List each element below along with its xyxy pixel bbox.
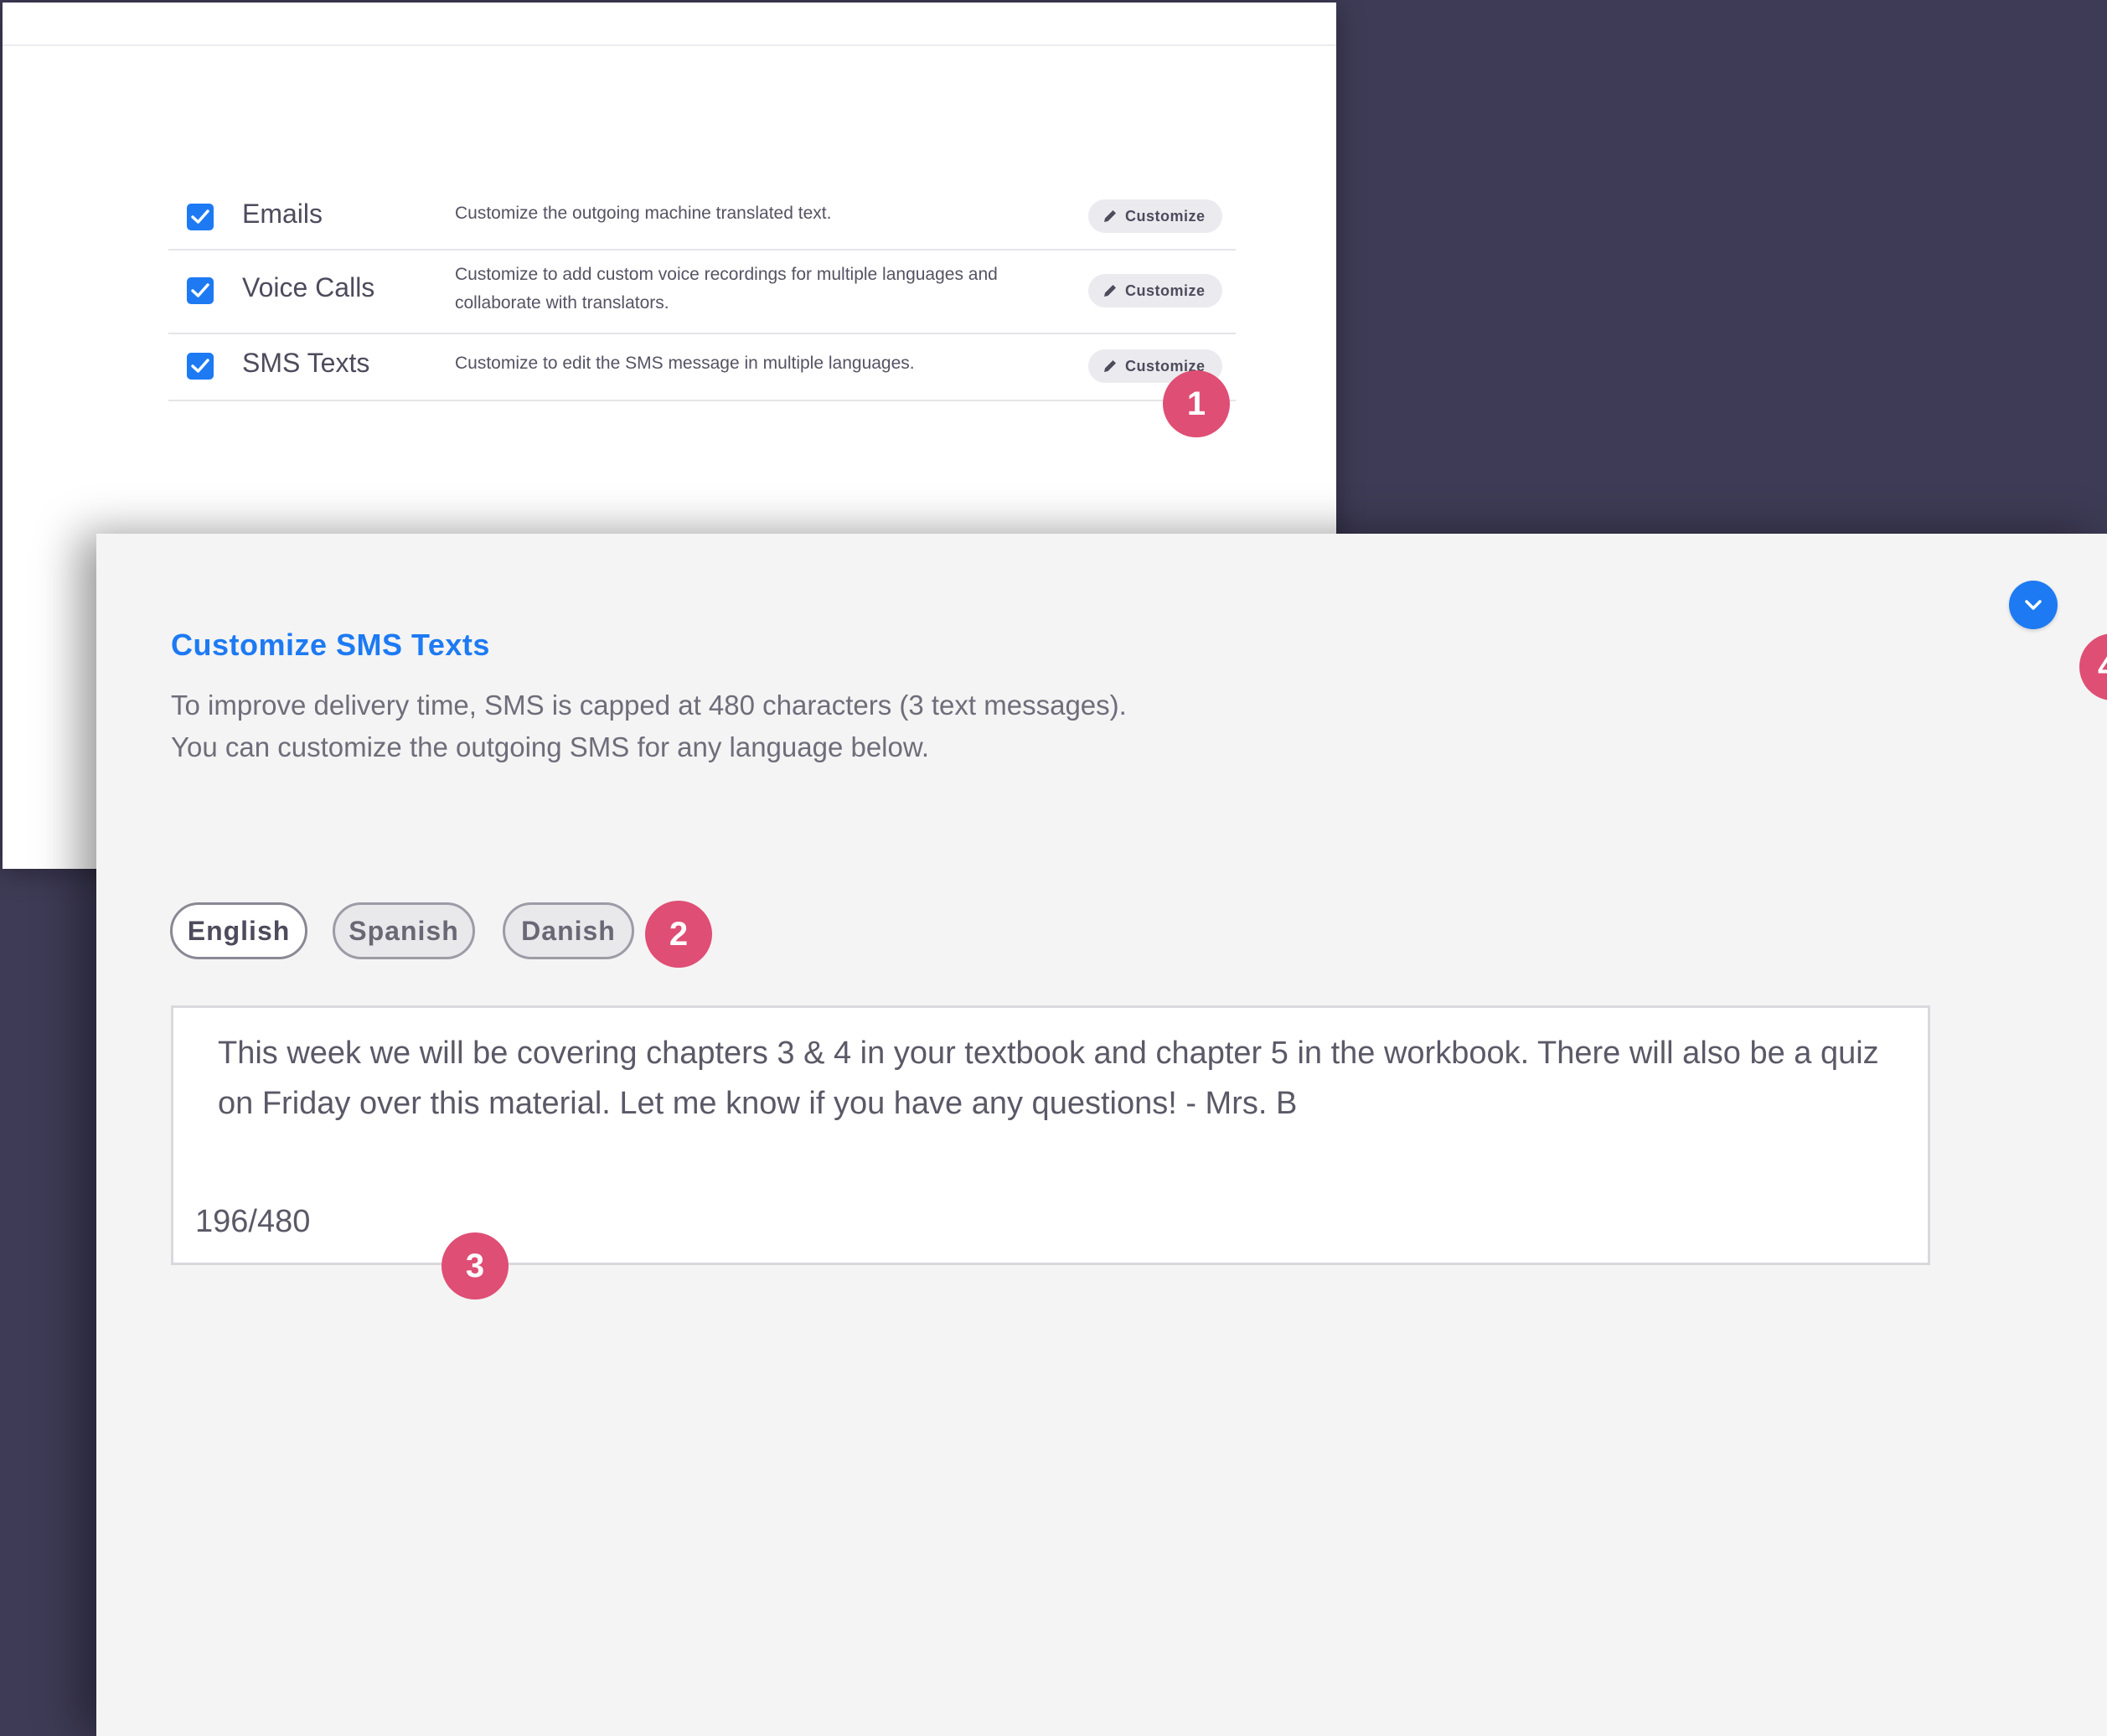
pencil-icon	[1104, 210, 1116, 222]
language-tab-danish[interactable]: Danish	[503, 902, 634, 959]
intro-line-1: To improve delivery time, SMS is capped …	[171, 690, 1127, 721]
customize-sms-panel: Customize SMS Texts To improve delivery …	[96, 534, 2107, 1736]
checkmark-icon	[191, 209, 209, 224]
pencil-icon	[1104, 360, 1116, 372]
customize-label: Customize	[1125, 282, 1206, 299]
channel-row-sms-texts: SMS Texts Customize to edit the SMS mess…	[168, 333, 1236, 401]
character-counter: 196/480	[195, 1204, 311, 1239]
chevron-down-icon	[2025, 600, 2042, 610]
channel-description: Customize the outgoing machine translate…	[455, 204, 832, 223]
sms-message-field[interactable]: This week we will be covering chapters 3…	[171, 1005, 1930, 1265]
header-divider	[3, 44, 1336, 46]
channel-label: Emails	[242, 199, 323, 229]
sms-message-text[interactable]: This week we will be covering chapters 3…	[218, 1028, 1885, 1129]
customize-label: Customize	[1125, 207, 1206, 225]
channel-description: Customize to add custom voice recordings…	[455, 265, 998, 313]
language-tab-english[interactable]: English	[170, 902, 307, 959]
channel-row-emails: Emails Customize the outgoing machine tr…	[168, 177, 1236, 251]
collapse-button[interactable]	[2009, 581, 2058, 629]
channel-label: Voice Calls	[242, 272, 375, 302]
panel-title: Customize SMS Texts	[171, 628, 490, 662]
customize-emails-button[interactable]: Customize	[1088, 199, 1222, 233]
customize-voice-calls-button[interactable]: Customize	[1088, 274, 1222, 307]
checkmark-icon	[191, 359, 209, 373]
intro-line-2: You can customize the outgoing SMS for a…	[171, 731, 930, 762]
voice-calls-checkbox[interactable]	[187, 277, 214, 304]
step-marker-1: 1	[1163, 370, 1230, 437]
emails-checkbox[interactable]	[187, 204, 214, 230]
panel-intro: To improve delivery time, SMS is capped …	[171, 685, 1127, 768]
step-marker-3: 3	[442, 1232, 509, 1299]
step-marker-2: 2	[645, 901, 712, 968]
sms-texts-checkbox[interactable]	[187, 353, 214, 380]
channel-row-voice-calls: Voice Calls Customize to add custom voic…	[168, 249, 1236, 334]
channel-label: SMS Texts	[242, 348, 370, 378]
checkmark-icon	[191, 283, 209, 297]
language-tab-spanish[interactable]: Spanish	[333, 902, 475, 959]
channel-description: Customize to edit the SMS message in mul…	[455, 354, 915, 373]
pencil-icon	[1104, 285, 1116, 297]
